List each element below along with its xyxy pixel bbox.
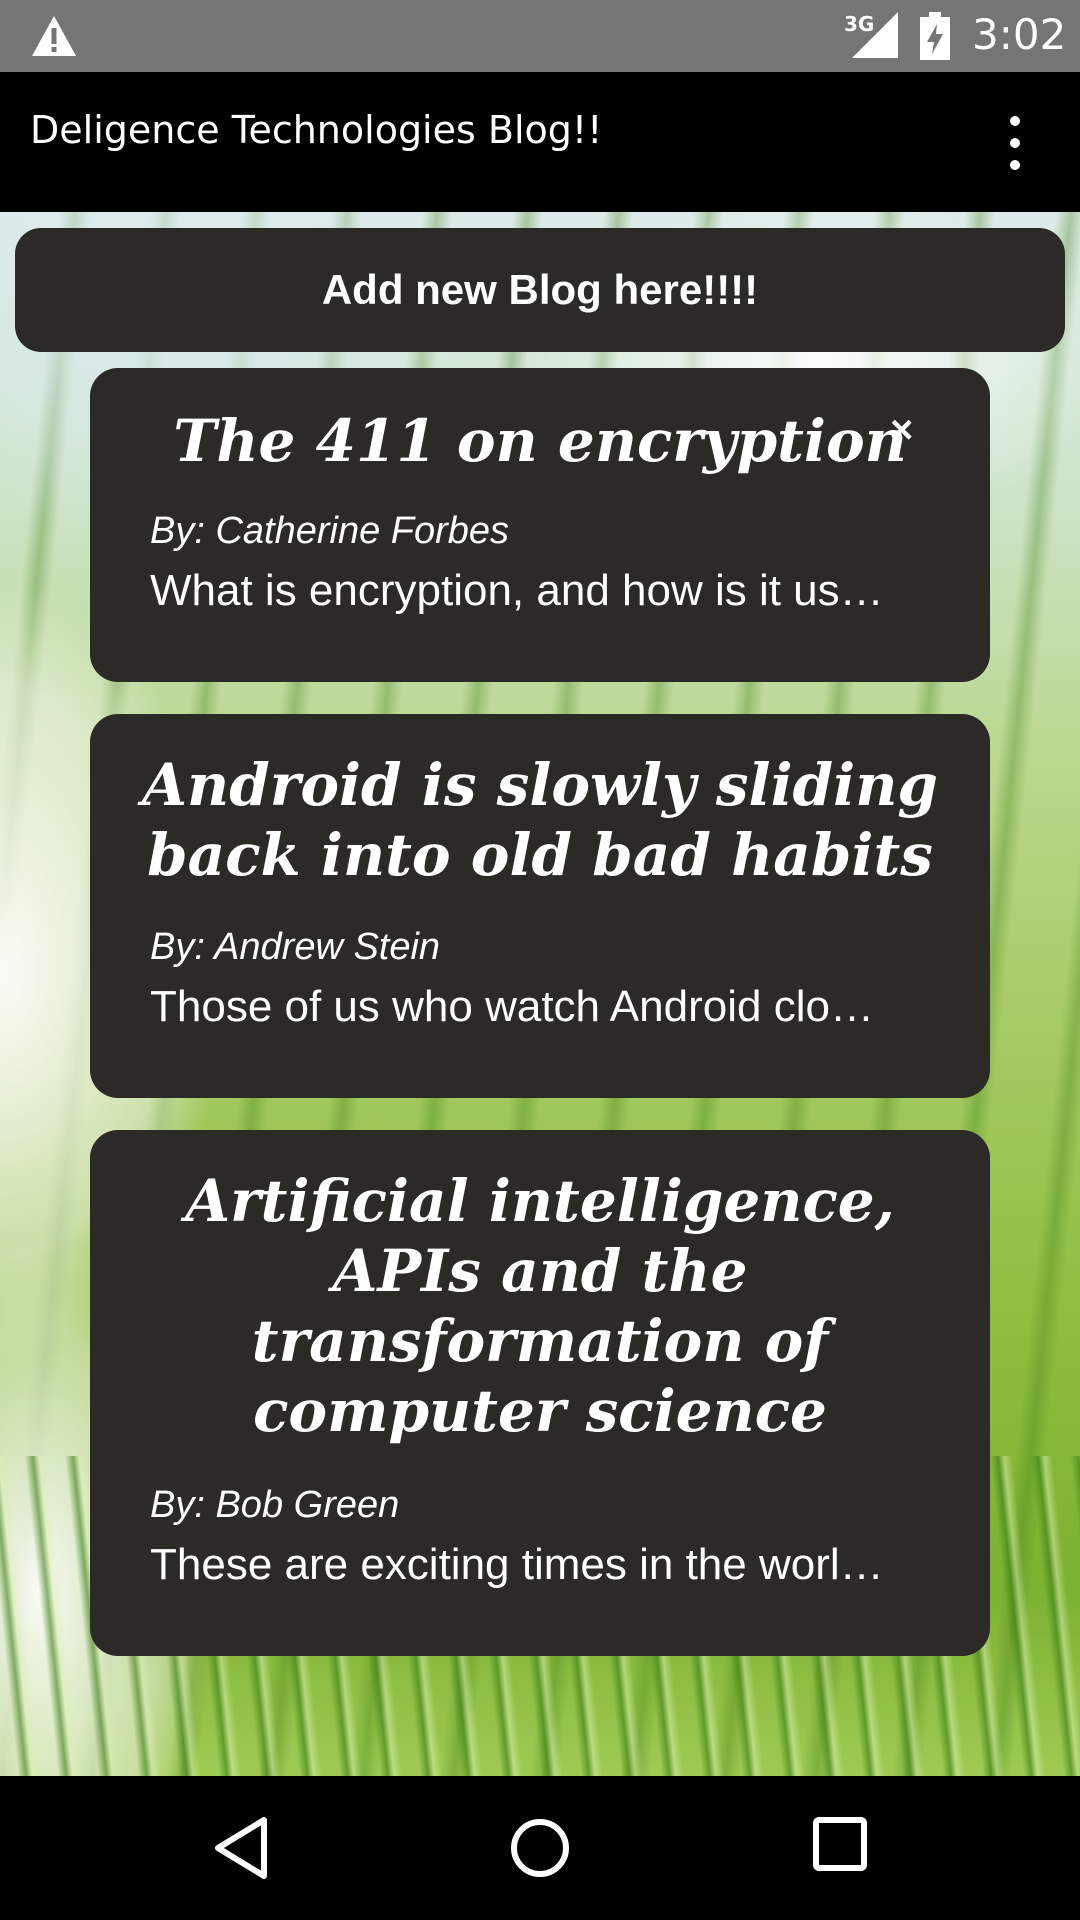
blog-title: The 411 on encryption (173, 407, 907, 475)
network-type-label: 3G (844, 12, 875, 36)
blog-card[interactable]: Artificial intelligence, APIs and the tr… (90, 1130, 990, 1656)
warning-icon (32, 16, 76, 56)
blog-author: By: Andrew Stein (150, 926, 441, 968)
blog-card[interactable]: The 411 on encryption × By: Catherine Fo… (90, 368, 990, 682)
blog-excerpt: What is encryption, and how is it us… (150, 566, 884, 615)
recents-icon[interactable] (812, 1816, 868, 1872)
add-blog-button[interactable]: Add new Blog here!!!! (15, 228, 1065, 352)
back-icon[interactable] (212, 1816, 272, 1880)
close-icon[interactable]: × (890, 408, 913, 453)
navigation-bar (0, 1776, 1080, 1920)
blog-excerpt: These are exciting times in the worl… (150, 1540, 884, 1589)
app-title: Deligence Technologies Blog!! (30, 108, 603, 152)
blog-author: By: Catherine Forbes (150, 510, 510, 552)
blog-title: Artificial intelligence, APIs and the tr… (185, 1167, 895, 1445)
blog-title: Android is slowly sliding back into old … (142, 751, 938, 889)
blog-excerpt: Those of us who watch Android clo… (150, 982, 874, 1031)
blog-author: By: Bob Green (150, 1484, 400, 1526)
overflow-menu-icon[interactable] (1000, 116, 1030, 176)
blog-card[interactable]: Android is slowly sliding back into old … (90, 714, 990, 1098)
battery-charging-icon (920, 12, 950, 60)
blog-list-screen: Add new Blog here!!!! The 411 on encrypt… (0, 212, 1080, 1776)
status-bar: 3G 3:02 (0, 0, 1080, 72)
status-clock: 3:02 (972, 10, 1067, 59)
home-icon[interactable] (508, 1816, 572, 1880)
app-bar: Deligence Technologies Blog!! (0, 72, 1080, 212)
